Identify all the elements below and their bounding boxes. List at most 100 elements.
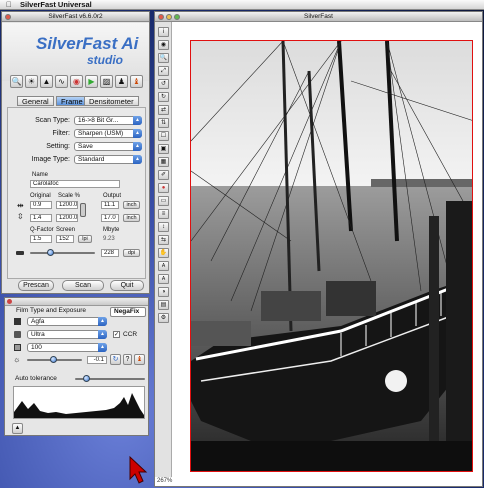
preview-minimize-button[interactable] xyxy=(166,14,172,20)
scale-height-input[interactable]: 1200.0 xyxy=(56,214,78,222)
select-icon[interactable]: ☐ xyxy=(158,131,169,141)
setting-select[interactable]: Save ▲ xyxy=(74,142,142,151)
apple-icon[interactable]:  xyxy=(6,0,14,10)
flip-icon[interactable]: ⇄ xyxy=(158,105,169,115)
logo-subtitle: studio xyxy=(87,53,123,67)
pipette-icon[interactable]: ✐ xyxy=(158,170,169,180)
film-panel-title: Film Type and Exposure xyxy=(16,307,86,314)
scale-header: Scale % xyxy=(58,193,81,199)
scan-button[interactable]: Scan xyxy=(62,280,104,291)
unit-icon[interactable]: ↕ xyxy=(158,222,169,232)
name-input[interactable]: Carolafoc xyxy=(30,180,120,188)
preview-photo xyxy=(191,41,472,471)
expert-icon[interactable]: ♝ xyxy=(134,354,145,365)
film-panel-titlebar[interactable] xyxy=(5,298,148,306)
manufacturer-icon xyxy=(14,318,21,325)
quit-button[interactable]: Quit xyxy=(110,280,144,291)
tool-histogram-icon[interactable]: ▲ xyxy=(40,75,53,88)
resolution-slider-icon xyxy=(16,251,24,255)
auto-tolerance-knob[interactable] xyxy=(83,375,90,382)
auto-tolerance-label: Auto tolerance xyxy=(15,375,57,382)
scan-frame[interactable] xyxy=(190,40,473,472)
expand-icon[interactable]: ⤢ xyxy=(158,66,169,76)
monitor-icon[interactable]: ▭ xyxy=(158,196,169,206)
width-unit-button[interactable]: inch xyxy=(123,201,140,209)
mirror-icon[interactable]: ⇅ xyxy=(158,118,169,128)
qfactor-label: Q-Factor xyxy=(30,227,54,233)
exposure-sun-icon: ☼ xyxy=(13,355,21,364)
menu-bar:  SilverFast Universal xyxy=(0,0,484,10)
film-panel-close-button[interactable] xyxy=(7,299,12,304)
manufacturer-select[interactable]: Agfa ▲ xyxy=(27,317,107,326)
link-scale-icon[interactable] xyxy=(80,203,86,217)
output-width-input[interactable]: 11.1 xyxy=(101,201,119,209)
help-icon[interactable]: ? xyxy=(123,354,132,365)
zoom-icon[interactable]: 🔍 xyxy=(158,53,169,63)
text-size-icon[interactable]: A xyxy=(158,274,169,284)
tab-general[interactable]: General xyxy=(17,96,54,106)
film-type-select[interactable]: Ultra ▲ xyxy=(27,330,107,339)
image-type-label: Image Type: xyxy=(31,156,70,163)
height-unit-button[interactable]: inch xyxy=(123,214,140,222)
histogram-mode-icon[interactable]: ▲ xyxy=(12,423,23,434)
filter-select[interactable]: Sharpen (USM) ▲ xyxy=(74,129,142,138)
tool-usm-icon[interactable]: ▨ xyxy=(100,75,113,88)
logo-title: SilverFast Ai xyxy=(36,34,139,53)
color-icon[interactable]: ● xyxy=(158,183,169,193)
close-button[interactable] xyxy=(5,14,11,20)
preview-zoom-button[interactable] xyxy=(174,14,180,20)
eye-icon[interactable]: ◉ xyxy=(158,40,169,50)
tool-gradation-icon[interactable]: ∿ xyxy=(55,75,68,88)
tool-color-icon[interactable]: ◉ xyxy=(70,75,83,88)
refresh-icon[interactable]: ↻ xyxy=(110,354,121,365)
app-menu-title[interactable]: SilverFast Universal xyxy=(20,0,92,9)
resolution-slider-knob[interactable] xyxy=(47,249,54,256)
scale-width-input[interactable]: 1200.0 xyxy=(56,201,78,209)
tool-auto-icon[interactable]: ♝ xyxy=(130,75,143,88)
tool-selective-color-icon[interactable]: ▶ xyxy=(85,75,98,88)
film-icon[interactable]: ▤ xyxy=(158,300,169,310)
multi-frame-icon[interactable]: ▣ xyxy=(158,144,169,154)
scan-type-label: Scan Type: xyxy=(35,117,70,124)
screen-input[interactable]: 152 xyxy=(56,235,74,243)
tool-levels-icon[interactable]: ☀ xyxy=(25,75,38,88)
resolution-slider[interactable] xyxy=(30,252,95,254)
ccr-checkbox[interactable]: ✓ xyxy=(113,331,120,338)
control-window-titlebar[interactable]: SilverFast v6.6.0r2 xyxy=(2,12,149,22)
screen-unit-button[interactable]: lpi xyxy=(78,235,92,243)
mouse-cursor-icon xyxy=(129,455,148,484)
exposure-slider-knob[interactable] xyxy=(50,356,57,363)
resolution-unit-button[interactable]: dpi xyxy=(123,249,140,257)
tab-frame[interactable]: Frame xyxy=(56,96,88,106)
hand-icon[interactable]: ✋ xyxy=(158,248,169,258)
original-height-input[interactable]: 1.4 xyxy=(30,214,52,222)
rotate-right-icon[interactable]: ↻ xyxy=(158,92,169,102)
image-type-select[interactable]: Standard ▲ xyxy=(74,155,142,164)
exposure-input[interactable]: -0.1 xyxy=(87,356,107,364)
tab-densitometer[interactable]: Densitometer xyxy=(84,96,139,106)
settings-icon[interactable]: ⚙ xyxy=(158,313,169,323)
qfactor-input[interactable]: 1.5 xyxy=(30,235,52,243)
original-width-input[interactable]: 0.9 xyxy=(30,201,52,209)
scan-type-select[interactable]: 16->8 Bit Gr... ▲ xyxy=(74,116,142,125)
resolution-input[interactable]: 228 xyxy=(101,249,119,257)
zoom-level[interactable]: 267% xyxy=(157,478,172,484)
output-height-input[interactable]: 17.0 xyxy=(101,214,119,222)
text-icon[interactable]: A xyxy=(158,261,169,271)
iso-select[interactable]: 100 ▲ xyxy=(27,343,107,352)
compare-icon[interactable]: ⇆ xyxy=(158,235,169,245)
prescan-button[interactable]: Prescan xyxy=(18,280,54,291)
info-icon[interactable]: i xyxy=(158,27,169,37)
grid-icon[interactable]: ▦ xyxy=(158,157,169,167)
iso-icon xyxy=(14,344,21,351)
ruler-icon[interactable]: ≡ xyxy=(158,209,169,219)
tool-scan-icon[interactable]: 🔍 xyxy=(10,75,23,88)
negafix-button[interactable]: NegaFix xyxy=(110,307,146,317)
tool-dust-icon[interactable]: ♟ xyxy=(115,75,128,88)
preview-canvas[interactable] xyxy=(175,26,475,475)
chevron-down-icon: ▲ xyxy=(98,317,107,326)
channel-icon[interactable]: ◑ xyxy=(158,287,169,297)
preview-close-button[interactable] xyxy=(158,14,164,20)
rotate-left-icon[interactable]: ↺ xyxy=(158,79,169,89)
preview-window-titlebar[interactable]: SilverFast xyxy=(155,12,482,22)
